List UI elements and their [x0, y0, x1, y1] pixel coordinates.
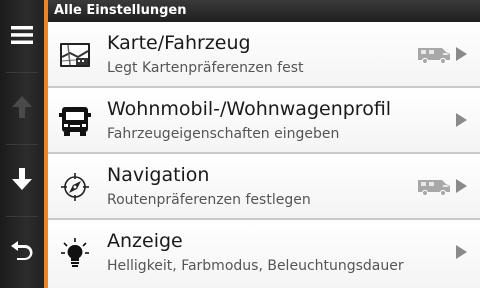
- arrow-down-icon: [12, 168, 32, 190]
- motorhome-icon: [418, 180, 450, 196]
- sidebar: [0, 0, 44, 288]
- settings-item-navigation[interactable]: Navigation Routenpräferenzen festlegen: [48, 154, 480, 220]
- page-title: Alle Einstellungen: [48, 0, 480, 22]
- arrow-up-icon: [12, 96, 32, 118]
- back-icon: [11, 241, 33, 260]
- item-title: Anzeige: [107, 230, 183, 252]
- lightbulb-icon: [61, 238, 89, 267]
- item-subtitle: Helligkeit, Farbmodus, Beleuchtungsdauer: [107, 258, 404, 274]
- back-button[interactable]: [0, 220, 44, 278]
- settings-item-map-vehicle[interactable]: Karte/Fahrzeug Legt Kartenpräferenzen fe…: [48, 22, 480, 88]
- map-icon: [60, 43, 90, 67]
- scroll-up-button[interactable]: [0, 78, 44, 136]
- item-subtitle: Legt Kartenpräferenzen fest: [107, 60, 304, 76]
- chevron-right-icon: [456, 113, 467, 127]
- item-title: Karte/Fahrzeug: [107, 32, 251, 54]
- item-subtitle: Routenpräferenzen festlegen: [107, 192, 311, 208]
- menu-button[interactable]: [0, 6, 44, 64]
- chevron-right-icon: [456, 179, 467, 193]
- settings-item-camper-profile[interactable]: Wohnmobil-/Wohnwagenprofil Fahrzeugeigen…: [48, 88, 480, 154]
- item-subtitle: Fahrzeugeigenschaften eingeben: [107, 126, 340, 142]
- item-title: Wohnmobil-/Wohnwagenprofil: [107, 98, 392, 120]
- scroll-down-button[interactable]: [0, 150, 44, 208]
- truck-icon: [59, 107, 91, 136]
- compass-icon: [61, 173, 89, 201]
- hamburger-menu-icon: [11, 26, 33, 44]
- chevron-right-icon: [456, 245, 467, 259]
- chevron-right-icon: [456, 47, 467, 61]
- motorhome-icon: [418, 48, 450, 64]
- settings-list: Karte/Fahrzeug Legt Kartenpräferenzen fe…: [48, 22, 480, 288]
- item-title: Navigation: [107, 164, 210, 186]
- settings-item-display[interactable]: Anzeige Helligkeit, Farbmodus, Beleuchtu…: [48, 220, 480, 288]
